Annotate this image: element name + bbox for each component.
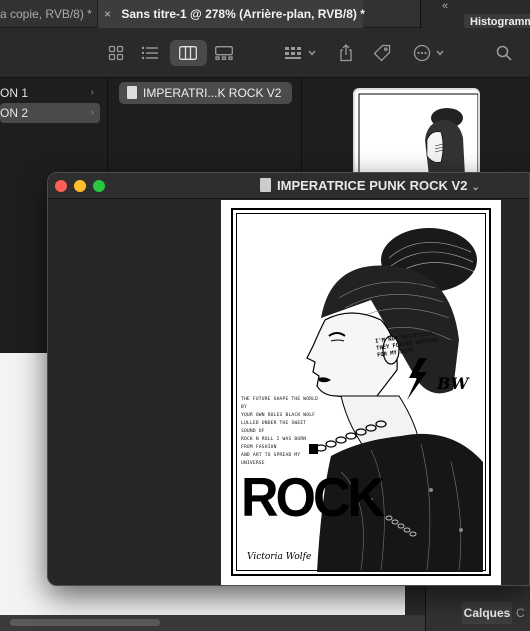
horizontal-scrollbar[interactable] — [0, 615, 425, 631]
file-item-imperatrice[interactable]: IMPERATRI...K ROCK V2 — [119, 82, 292, 104]
tag-icon[interactable] — [372, 41, 392, 65]
grid-view-icon[interactable] — [106, 41, 126, 65]
chevron-right-icon: › — [90, 87, 94, 98]
window-title[interactable]: IMPERATRICE PUNK ROCK V2 ⌄ — [260, 173, 480, 199]
preview-window: IMPERATRICE PUNK ROCK V2 ⌄ I'M NOT ARTIF… — [47, 172, 530, 586]
zoom-window-button[interactable] — [93, 180, 105, 192]
artist-signature: Victoria Wolfe — [247, 552, 312, 562]
monogram: BW — [437, 374, 469, 393]
column-view-icon — [178, 41, 198, 65]
chevron-right-icon: › — [90, 107, 94, 118]
preview-titlebar[interactable]: IMPERATRICE PUNK ROCK V2 ⌄ — [48, 173, 529, 199]
chevron-down-icon[interactable]: ⌄ — [471, 182, 479, 193]
blurb-line: AND ART TO SPREAD MY UNIVERSE — [241, 453, 301, 466]
file-preview-thumbnail[interactable] — [353, 88, 480, 178]
document-tab-2-label: Sans titre-1 @ 278% (Arrière-plan, RVB/8… — [121, 7, 365, 21]
group-icon[interactable] — [283, 41, 319, 65]
list-view-icon[interactable] — [140, 41, 160, 65]
document-icon — [260, 178, 271, 192]
document-tab-1[interactable]: a copie, RVB/8) * — [0, 0, 98, 28]
layers-panel-tab[interactable]: Calques — [462, 602, 512, 624]
scroll-thumb[interactable] — [10, 619, 160, 626]
finder-toolbar — [0, 28, 530, 78]
search-icon[interactable] — [494, 41, 514, 65]
panel-tab-c[interactable]: C — [516, 602, 530, 624]
poster-headline: ROCK — [241, 467, 385, 529]
document-icon — [127, 86, 137, 99]
document-tab-1-label: a copie, RVB/8) * — [0, 7, 92, 21]
close-window-button[interactable] — [55, 180, 67, 192]
blurb-line: LULLED UNDER THE SWEET SOUND OF — [241, 421, 307, 434]
document-tab-2[interactable]: × Sans titre-1 @ 278% (Arrière-plan, RVB… — [98, 0, 365, 28]
gallery-view-icon[interactable] — [213, 41, 235, 65]
poster-page: I'M NOT ARTIFICIAL, THEY FORCED NOTHING … — [221, 200, 501, 585]
folder-row-2-label: ON 2 — [0, 106, 29, 120]
collapse-panels-icon[interactable]: « — [442, 0, 448, 12]
minimize-window-button[interactable] — [74, 180, 86, 192]
folder-row-1[interactable]: ON 1 › — [0, 83, 100, 103]
share-icon[interactable] — [336, 41, 356, 65]
file-item-label: IMPERATRI...K ROCK V2 — [143, 86, 282, 100]
more-icon[interactable] — [412, 41, 448, 65]
window-title-text: IMPERATRICE PUNK ROCK V2 — [277, 178, 468, 193]
blurb-line: ROCK N ROLL I WAS BORN FROM FASHION — [241, 437, 307, 450]
preview-content: I'M NOT ARTIFICIAL, THEY FORCED NOTHING … — [48, 200, 529, 585]
blurb-line: THE FUTURE SHAPE THE WORLD BY — [241, 397, 319, 410]
poster-blurb: THE FUTURE SHAPE THE WORLD BY YOUR OWN R… — [241, 396, 321, 468]
close-tab-icon[interactable]: × — [104, 0, 118, 28]
folder-row-1-label: ON 1 — [0, 86, 29, 100]
blurb-line: YOUR OWN RULES BLACK WOLF — [241, 413, 316, 418]
folder-row-2[interactable]: ON 2 › — [0, 103, 100, 123]
